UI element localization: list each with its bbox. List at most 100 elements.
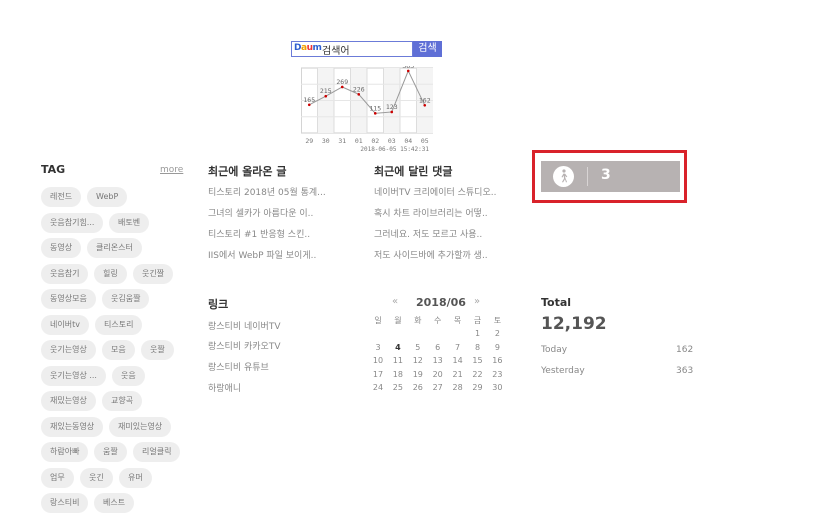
calendar-day[interactable]: 14 [448, 356, 468, 365]
tag-item[interactable]: 베스트 [94, 493, 135, 513]
chart-x-tick-label: 01 [355, 137, 363, 145]
calendar-day[interactable]: 27 [428, 383, 448, 392]
chart-point [324, 94, 328, 98]
calendar-day[interactable]: 28 [448, 383, 468, 392]
calendar-weekday: 목 [453, 316, 462, 325]
chart-point [307, 103, 311, 107]
calendar-day[interactable]: 13 [428, 356, 448, 365]
recent-comment-item[interactable]: 혹시 차트 라이브러리는 어떻.. [374, 206, 488, 219]
calendar-day[interactable]: 2 [487, 329, 507, 338]
tag-item[interactable]: 하람아빠 [41, 442, 89, 462]
tag-item[interactable]: 웃음 [112, 365, 145, 386]
tag-item[interactable]: 동영상 [41, 238, 82, 258]
today-label: Today [541, 345, 568, 355]
tag-item[interactable]: 재있는동영상 [41, 416, 104, 437]
chart-point [423, 103, 427, 107]
tag-title: TAG [41, 163, 66, 176]
tag-item[interactable]: 웃긴 [80, 467, 113, 488]
calendar-day[interactable]: 5 [408, 343, 428, 352]
calendar-day[interactable]: 16 [487, 356, 507, 365]
calendar-day[interactable]: 10 [368, 356, 388, 365]
tag-item[interactable]: WebP [87, 187, 128, 207]
tag-item[interactable]: 레전드 [41, 187, 82, 207]
calendar-day[interactable]: 30 [487, 383, 507, 392]
calendar-next-button[interactable]: » [474, 296, 480, 307]
calendar-day[interactable]: 24 [368, 383, 388, 392]
recent-comment-item[interactable]: 네이버TV 크리에이터 스튜디오.. [374, 185, 496, 198]
tag-item[interactable]: 리얼클릭 [133, 442, 181, 462]
recent-post-item[interactable]: 그녀의 셀카가 아름다운 이.. [208, 206, 313, 219]
links-title: 링크 [208, 298, 229, 311]
today-count: 162 [676, 345, 694, 355]
search-input[interactable] [322, 42, 408, 56]
tag-item[interactable]: 랑스티비 [41, 493, 89, 513]
calendar-day[interactable]: 25 [388, 383, 408, 392]
tag-item[interactable]: 네이버tv [41, 314, 89, 335]
calendar-day[interactable]: 15 [468, 356, 488, 365]
calendar-weekday: 토 [493, 316, 502, 325]
tag-item[interactable]: 클리온스터 [87, 238, 142, 258]
tag-item[interactable]: 웃짤 [141, 340, 174, 360]
tag-item[interactable]: 웃기는영상 ... [41, 365, 106, 386]
calendar-day[interactable]: 8 [468, 343, 488, 352]
tag-item[interactable]: 모음 [102, 340, 135, 360]
chart-x-tick-label: 03 [388, 137, 396, 145]
tag-item[interactable]: 재미있는영상 [109, 416, 172, 437]
chart-data-label: 215 [320, 87, 332, 95]
calendar-day[interactable]: 4 [388, 343, 408, 352]
recent-post-item[interactable]: 티스토리 2018년 05월 통계... [208, 185, 326, 198]
tag-more-link[interactable]: more [160, 165, 183, 175]
tag-item[interactable]: 유머 [119, 467, 152, 488]
tag-item[interactable]: 웃음참기힘... [41, 212, 104, 233]
link-item[interactable]: 랑스티비 카카오TV [208, 339, 280, 352]
calendar-prev-button[interactable]: « [392, 296, 398, 307]
tag-item[interactable]: 배토벤 [109, 212, 150, 233]
tag-item[interactable]: 동영상모음 [41, 289, 96, 309]
calendar-day[interactable]: 23 [487, 370, 507, 379]
tag-item[interactable]: 업무 [41, 467, 74, 488]
total-count: 12,192 [541, 314, 607, 334]
calendar-day[interactable]: 12 [408, 356, 428, 365]
calendar-day[interactable]: 11 [388, 356, 408, 365]
visitor-count: 3 [601, 167, 611, 183]
tag-item[interactable]: 웃긴짤 [133, 263, 174, 284]
link-item[interactable]: 하랑애니 [208, 381, 241, 394]
calendar-day[interactable]: 20 [428, 370, 448, 379]
calendar-weekday: 금 [473, 316, 482, 325]
visitor-badge[interactable]: 3 [541, 161, 680, 192]
calendar-day[interactable]: 17 [368, 370, 388, 379]
tag-item[interactable]: 재밌는영상 [41, 391, 96, 411]
calendar-day[interactable]: 18 [388, 370, 408, 379]
calendar-day[interactable]: 19 [408, 370, 428, 379]
chart-data-label: 269 [336, 78, 348, 86]
tag-item[interactable]: 티스토리 [95, 314, 143, 335]
tag-item[interactable]: 웃김움짤 [102, 289, 150, 309]
calendar-day[interactable]: 9 [487, 343, 507, 352]
calendar-day[interactable]: 29 [468, 383, 488, 392]
calendar-day[interactable]: 1 [468, 329, 488, 338]
recent-comment-item[interactable]: 그러네요. 저도 모르고 사용.. [374, 227, 482, 240]
tag-item[interactable]: 웃음참기 [41, 263, 89, 284]
chart-x-tick-label: 04 [404, 137, 412, 145]
tag-item[interactable]: 웃기는영상 [41, 340, 96, 360]
walking-person-icon [553, 166, 574, 187]
tag-item[interactable]: 교향곡 [102, 391, 143, 411]
calendar-weekday: 월 [394, 316, 402, 325]
calendar-day[interactable]: 7 [448, 343, 468, 352]
search-button[interactable]: 검색 [413, 41, 442, 57]
link-item[interactable]: 랑스티비 유튜브 [208, 360, 269, 373]
chart-data-label: 123 [386, 103, 398, 111]
link-item[interactable]: 랑스티비 네이버TV [208, 319, 280, 332]
calendar-day[interactable]: 21 [448, 370, 468, 379]
recent-post-item[interactable]: IIS에서 WebP 파일 보이게.. [208, 248, 316, 261]
tag-item[interactable]: 힐링 [94, 263, 127, 284]
chart-data-label: 115 [369, 104, 381, 112]
chart-x-tick-label: 05 [421, 137, 429, 145]
calendar-day[interactable]: 26 [408, 383, 428, 392]
calendar-day[interactable]: 22 [468, 370, 488, 379]
tag-item[interactable]: 움짤 [94, 442, 127, 462]
calendar-day[interactable]: 6 [428, 343, 448, 352]
calendar-day[interactable]: 3 [368, 343, 388, 352]
recent-comment-item[interactable]: 저도 사이드바에 추가할까 생.. [374, 248, 488, 261]
recent-post-item[interactable]: 티스토리 #1 반응형 스킨.. [208, 227, 310, 240]
